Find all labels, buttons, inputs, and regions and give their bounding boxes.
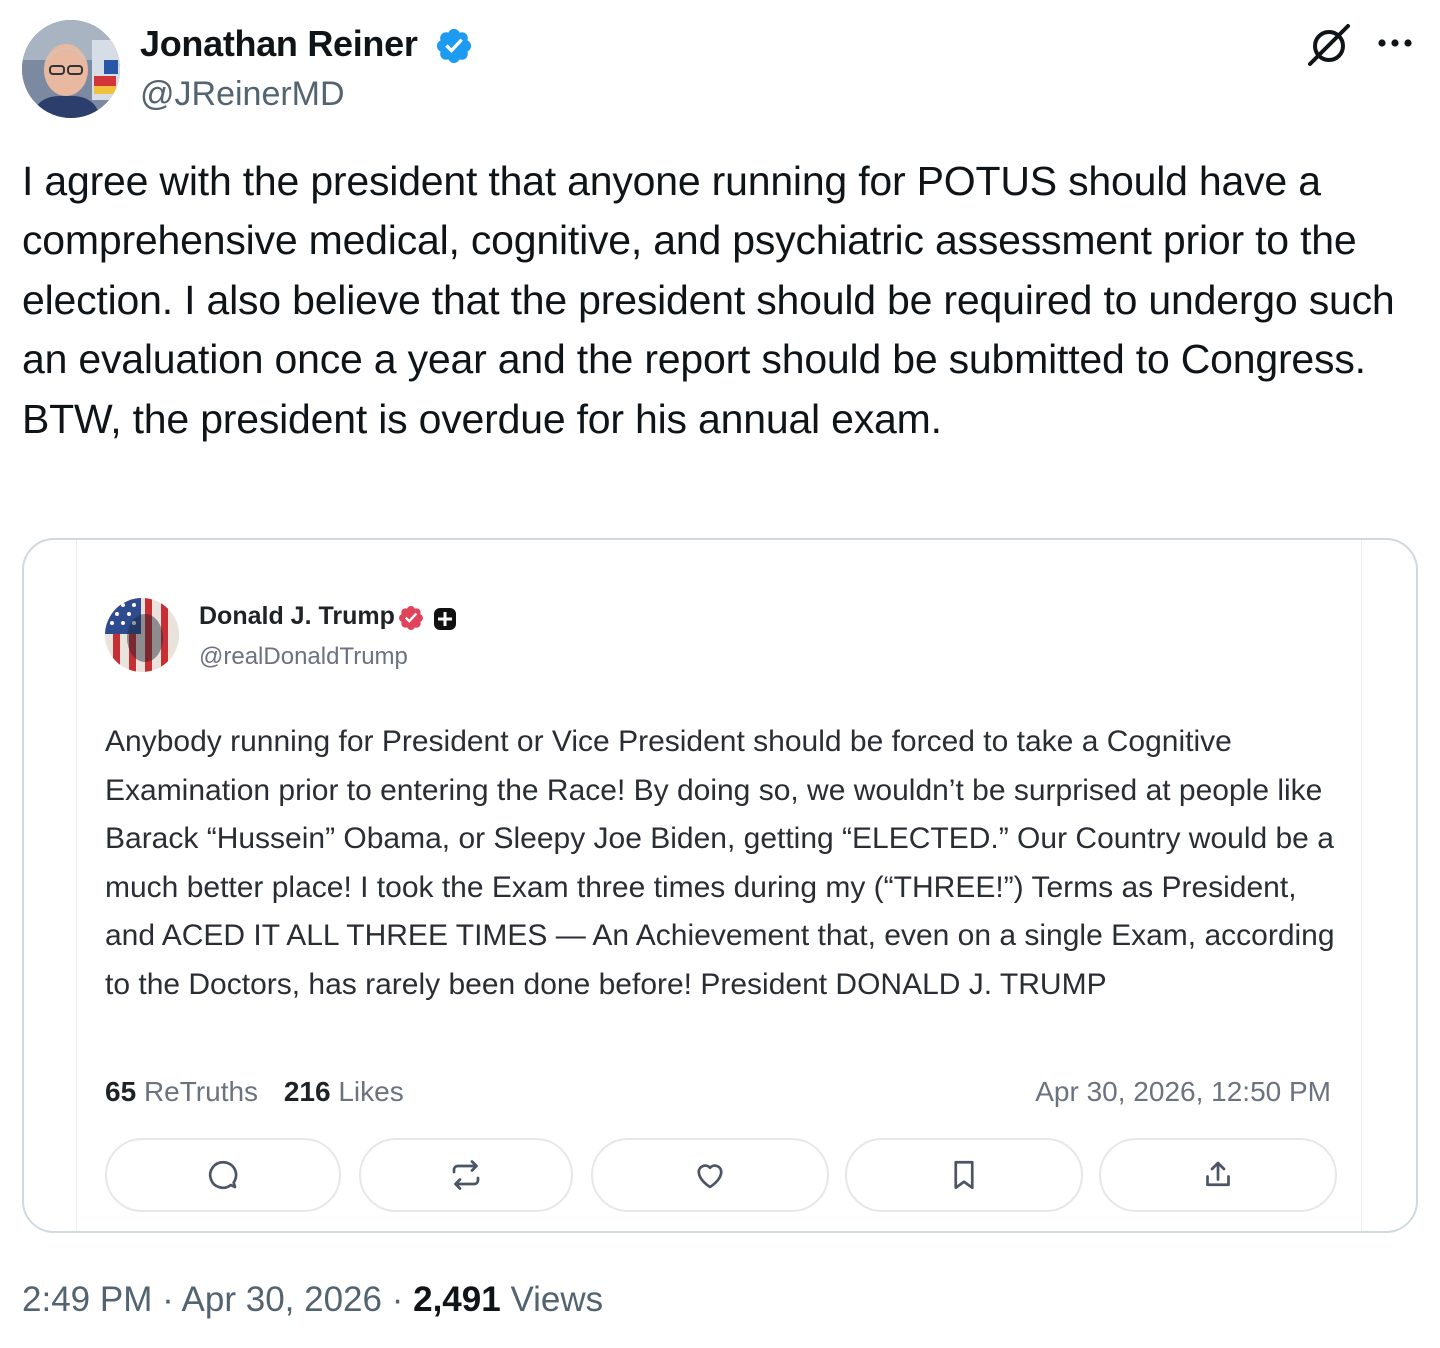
author-name[interactable]: Jonathan Reiner bbox=[140, 22, 418, 66]
more-icon[interactable] bbox=[1374, 28, 1416, 58]
embedded-post-date: Apr 30, 2026, 12:50 PM bbox=[1035, 1076, 1331, 1107]
like-button bbox=[591, 1138, 829, 1212]
retruths-count: 65 bbox=[105, 1076, 137, 1107]
tweet-meta: 2:49 PM · Apr 30, 2026 · 2,491 Views bbox=[22, 1278, 603, 1322]
avatar-photo bbox=[22, 20, 120, 118]
retruths-label: ReTruths bbox=[143, 1076, 259, 1107]
embedded-author-name: Donald J. Trump bbox=[199, 602, 395, 630]
embedded-image[interactable]: Donald J. Trump @realDonaldTrump Anybody… bbox=[22, 538, 1418, 1233]
retruth-button bbox=[359, 1138, 573, 1212]
reply-button bbox=[105, 1138, 341, 1212]
like-icon bbox=[697, 1164, 723, 1189]
separator: · bbox=[391, 1280, 404, 1319]
embedded-author-handle: @realDonaldTrump bbox=[199, 643, 408, 670]
embedded-post: Donald J. Trump @realDonaldTrump Anybody… bbox=[76, 540, 1362, 1231]
separator: · bbox=[162, 1280, 174, 1319]
views-label: Views bbox=[510, 1280, 604, 1319]
retruth-icon bbox=[452, 1160, 480, 1190]
plus-badge-icon bbox=[434, 608, 456, 630]
flag-portrait-image bbox=[105, 598, 179, 672]
views-count: 2,491 bbox=[413, 1280, 501, 1319]
verified-badge-icon bbox=[399, 606, 423, 630]
tweet-text: I agree with the president that anyone r… bbox=[22, 158, 1395, 442]
reply-icon bbox=[208, 1160, 238, 1190]
likes-count: 216 bbox=[283, 1076, 331, 1107]
post-date[interactable]: Apr 30, 2026 bbox=[182, 1280, 382, 1319]
share-icon bbox=[1206, 1161, 1230, 1187]
author-avatar[interactable] bbox=[22, 20, 120, 118]
bookmark-icon bbox=[954, 1160, 974, 1190]
share-button bbox=[1099, 1138, 1337, 1212]
embedded-author-avatar bbox=[105, 598, 179, 672]
likes-label: Likes bbox=[338, 1076, 404, 1107]
verified-badge-icon bbox=[436, 28, 472, 64]
post-time[interactable]: 2:49 PM bbox=[22, 1280, 152, 1319]
grok-icon[interactable] bbox=[1304, 20, 1354, 70]
embedded-post-stats: 65 ReTruths 216 Likes bbox=[105, 1075, 404, 1109]
bookmark-button bbox=[845, 1138, 1083, 1212]
tweet: Jonathan Reiner @JReinerMD I agree with … bbox=[0, 0, 1440, 1348]
author-handle[interactable]: @JReinerMD bbox=[140, 74, 345, 114]
embedded-post-text: Anybody running for President or Vice Pr… bbox=[105, 725, 1335, 1001]
